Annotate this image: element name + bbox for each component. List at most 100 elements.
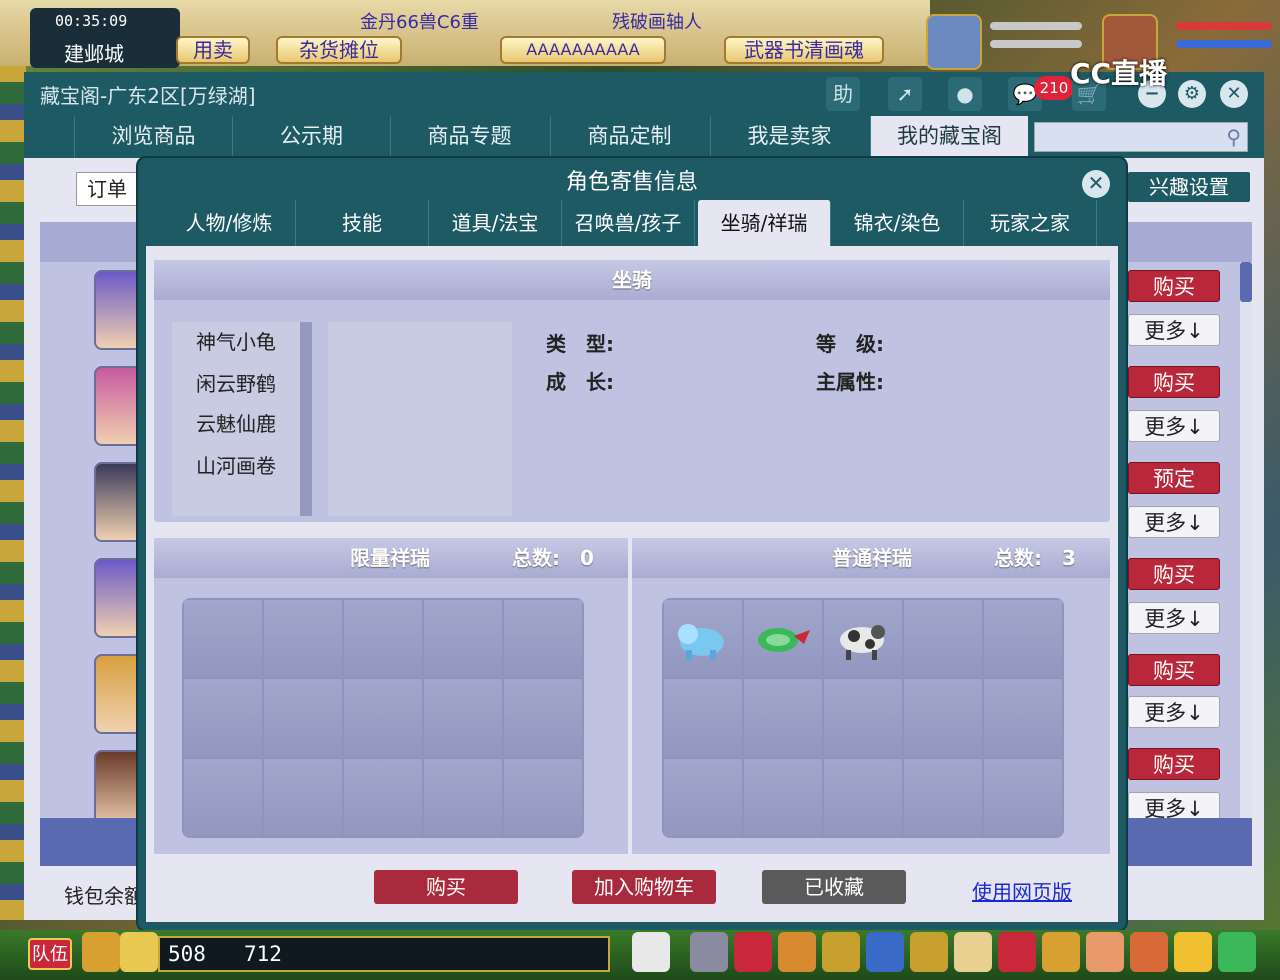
grid-slot[interactable] — [984, 600, 1062, 678]
tab-pets[interactable]: 召唤兽/孩子 — [562, 200, 695, 246]
bag-icon[interactable] — [734, 932, 772, 972]
grid-slot[interactable] — [984, 758, 1062, 836]
share-icon[interactable]: ➚ — [888, 77, 922, 111]
buy-button[interactable]: 购买 — [1128, 558, 1220, 590]
tab-seller[interactable]: 我是卖家 — [710, 116, 868, 158]
grid-slot[interactable] — [504, 600, 582, 678]
help-icon[interactable]: 助 — [826, 77, 860, 111]
hud-button-custom[interactable]: AAAAAAAAAA — [500, 36, 666, 64]
buy-button[interactable]: 购买 — [374, 870, 518, 904]
tab-player-home[interactable]: 玩家之家 — [964, 200, 1097, 246]
settings-icon[interactable] — [1218, 932, 1256, 972]
more-button[interactable]: 更多↓ — [1128, 602, 1220, 634]
grid-slot[interactable] — [184, 679, 262, 757]
grid-slot[interactable] — [344, 600, 422, 678]
more-button[interactable]: 更多↓ — [1128, 696, 1220, 728]
tab-mounts[interactable]: 坐骑/祥瑞 — [698, 200, 831, 246]
grid-slot[interactable] — [184, 758, 262, 836]
guild-icon[interactable] — [910, 932, 948, 972]
hud-button-sell[interactable]: 用卖 — [176, 36, 250, 64]
team-icon[interactable] — [866, 932, 904, 972]
grid-slot[interactable] — [904, 758, 982, 836]
smile-icon[interactable] — [1174, 932, 1212, 972]
skill-icon[interactable] — [778, 932, 816, 972]
avatar[interactable] — [94, 558, 142, 638]
gift-icon[interactable] — [1086, 932, 1124, 972]
left-game-ui-strip — [0, 60, 26, 920]
grid-slot[interactable] — [744, 679, 822, 757]
tab-topics[interactable]: 商品专题 — [390, 116, 548, 158]
scrollbar-thumb[interactable] — [1240, 262, 1252, 302]
hud-button-stall[interactable]: 杂货摊位 — [276, 36, 402, 64]
mount-item[interactable]: 神气小龟 — [172, 322, 300, 362]
grid-slot[interactable] — [344, 758, 422, 836]
grid-slot[interactable] — [424, 679, 502, 757]
record-icon[interactable]: ● — [948, 77, 982, 111]
grid-slot[interactable] — [424, 600, 502, 678]
tab-browse[interactable]: 浏览商品 — [74, 116, 232, 158]
grid-slot[interactable] — [904, 679, 982, 757]
hud-button-weapon[interactable]: 武器书清画魂 — [724, 36, 884, 64]
close-icon[interactable]: ✕ — [1082, 170, 1110, 198]
more-button[interactable]: 更多↓ — [1128, 506, 1220, 538]
grid-slot[interactable] — [184, 600, 262, 678]
grid-slot[interactable] — [504, 758, 582, 836]
tab-items[interactable]: 道具/法宝 — [429, 200, 562, 246]
grid-slot[interactable] — [744, 600, 822, 678]
search-icon[interactable]: ⚲ — [1226, 125, 1241, 149]
tab-outfits[interactable]: 锦衣/染色 — [831, 200, 964, 246]
reserve-button[interactable]: 预定 — [1128, 462, 1220, 494]
grid-slot[interactable] — [824, 679, 902, 757]
grid-slot[interactable] — [664, 679, 742, 757]
tab-announce[interactable]: 公示期 — [232, 116, 390, 158]
system-icon[interactable] — [998, 932, 1036, 972]
more-button[interactable]: 更多↓ — [1128, 314, 1220, 346]
grid-slot[interactable] — [664, 758, 742, 836]
mount-item[interactable]: 山河画卷 — [172, 446, 300, 486]
grid-slot[interactable] — [504, 679, 582, 757]
scroll-icon[interactable] — [954, 932, 992, 972]
web-version-link[interactable]: 使用网页版 — [972, 876, 1072, 905]
chat-icon[interactable] — [120, 932, 158, 972]
attack-icon[interactable] — [690, 932, 728, 972]
add-to-cart-button[interactable]: 加入购物车 — [572, 870, 716, 904]
buy-button[interactable]: 购买 — [1128, 654, 1220, 686]
avatar[interactable] — [94, 462, 142, 542]
grid-slot[interactable] — [664, 600, 742, 678]
buy-button[interactable]: 购买 — [1128, 270, 1220, 302]
microphone-icon[interactable] — [82, 932, 120, 972]
quest-icon[interactable] — [822, 932, 860, 972]
pet-portrait[interactable] — [926, 14, 982, 70]
search-input[interactable]: ⚲ — [1034, 122, 1248, 152]
avatar[interactable] — [94, 270, 142, 350]
grid-slot[interactable] — [264, 679, 342, 757]
tab-skills[interactable]: 技能 — [296, 200, 429, 246]
grid-slot[interactable] — [984, 679, 1062, 757]
avatar[interactable] — [94, 654, 142, 734]
tab-custom[interactable]: 商品定制 — [550, 116, 708, 158]
favorited-button[interactable]: 已收藏 — [762, 870, 906, 904]
mount-item[interactable]: 云魅仙鹿 — [172, 404, 300, 444]
list-scrollbar[interactable] — [1240, 262, 1252, 842]
pet-icon[interactable] — [632, 932, 670, 972]
grid-slot[interactable] — [744, 758, 822, 836]
grid-slot[interactable] — [904, 600, 982, 678]
order-select[interactable]: 订单 — [76, 172, 146, 206]
buy-button[interactable]: 购买 — [1128, 748, 1220, 780]
shop-icon[interactable] — [1130, 932, 1168, 972]
bell-icon[interactable] — [1042, 932, 1080, 972]
grid-slot[interactable] — [264, 600, 342, 678]
tab-character[interactable]: 人物/修炼 — [163, 200, 296, 246]
mount-item[interactable]: 闲云野鹤 — [172, 364, 300, 404]
more-button[interactable]: 更多↓ — [1128, 410, 1220, 442]
grid-slot[interactable] — [824, 600, 902, 678]
grid-slot[interactable] — [824, 758, 902, 836]
avatar[interactable] — [94, 366, 142, 446]
grid-slot[interactable] — [344, 679, 422, 757]
grid-slot[interactable] — [264, 758, 342, 836]
grid-slot[interactable] — [424, 758, 502, 836]
team-button[interactable]: 队伍 — [28, 938, 72, 970]
buy-button[interactable]: 购买 — [1128, 366, 1220, 398]
tab-my-pavilion[interactable]: 我的藏宝阁 — [870, 116, 1028, 158]
interest-settings-button[interactable]: 兴趣设置 — [1128, 172, 1250, 202]
